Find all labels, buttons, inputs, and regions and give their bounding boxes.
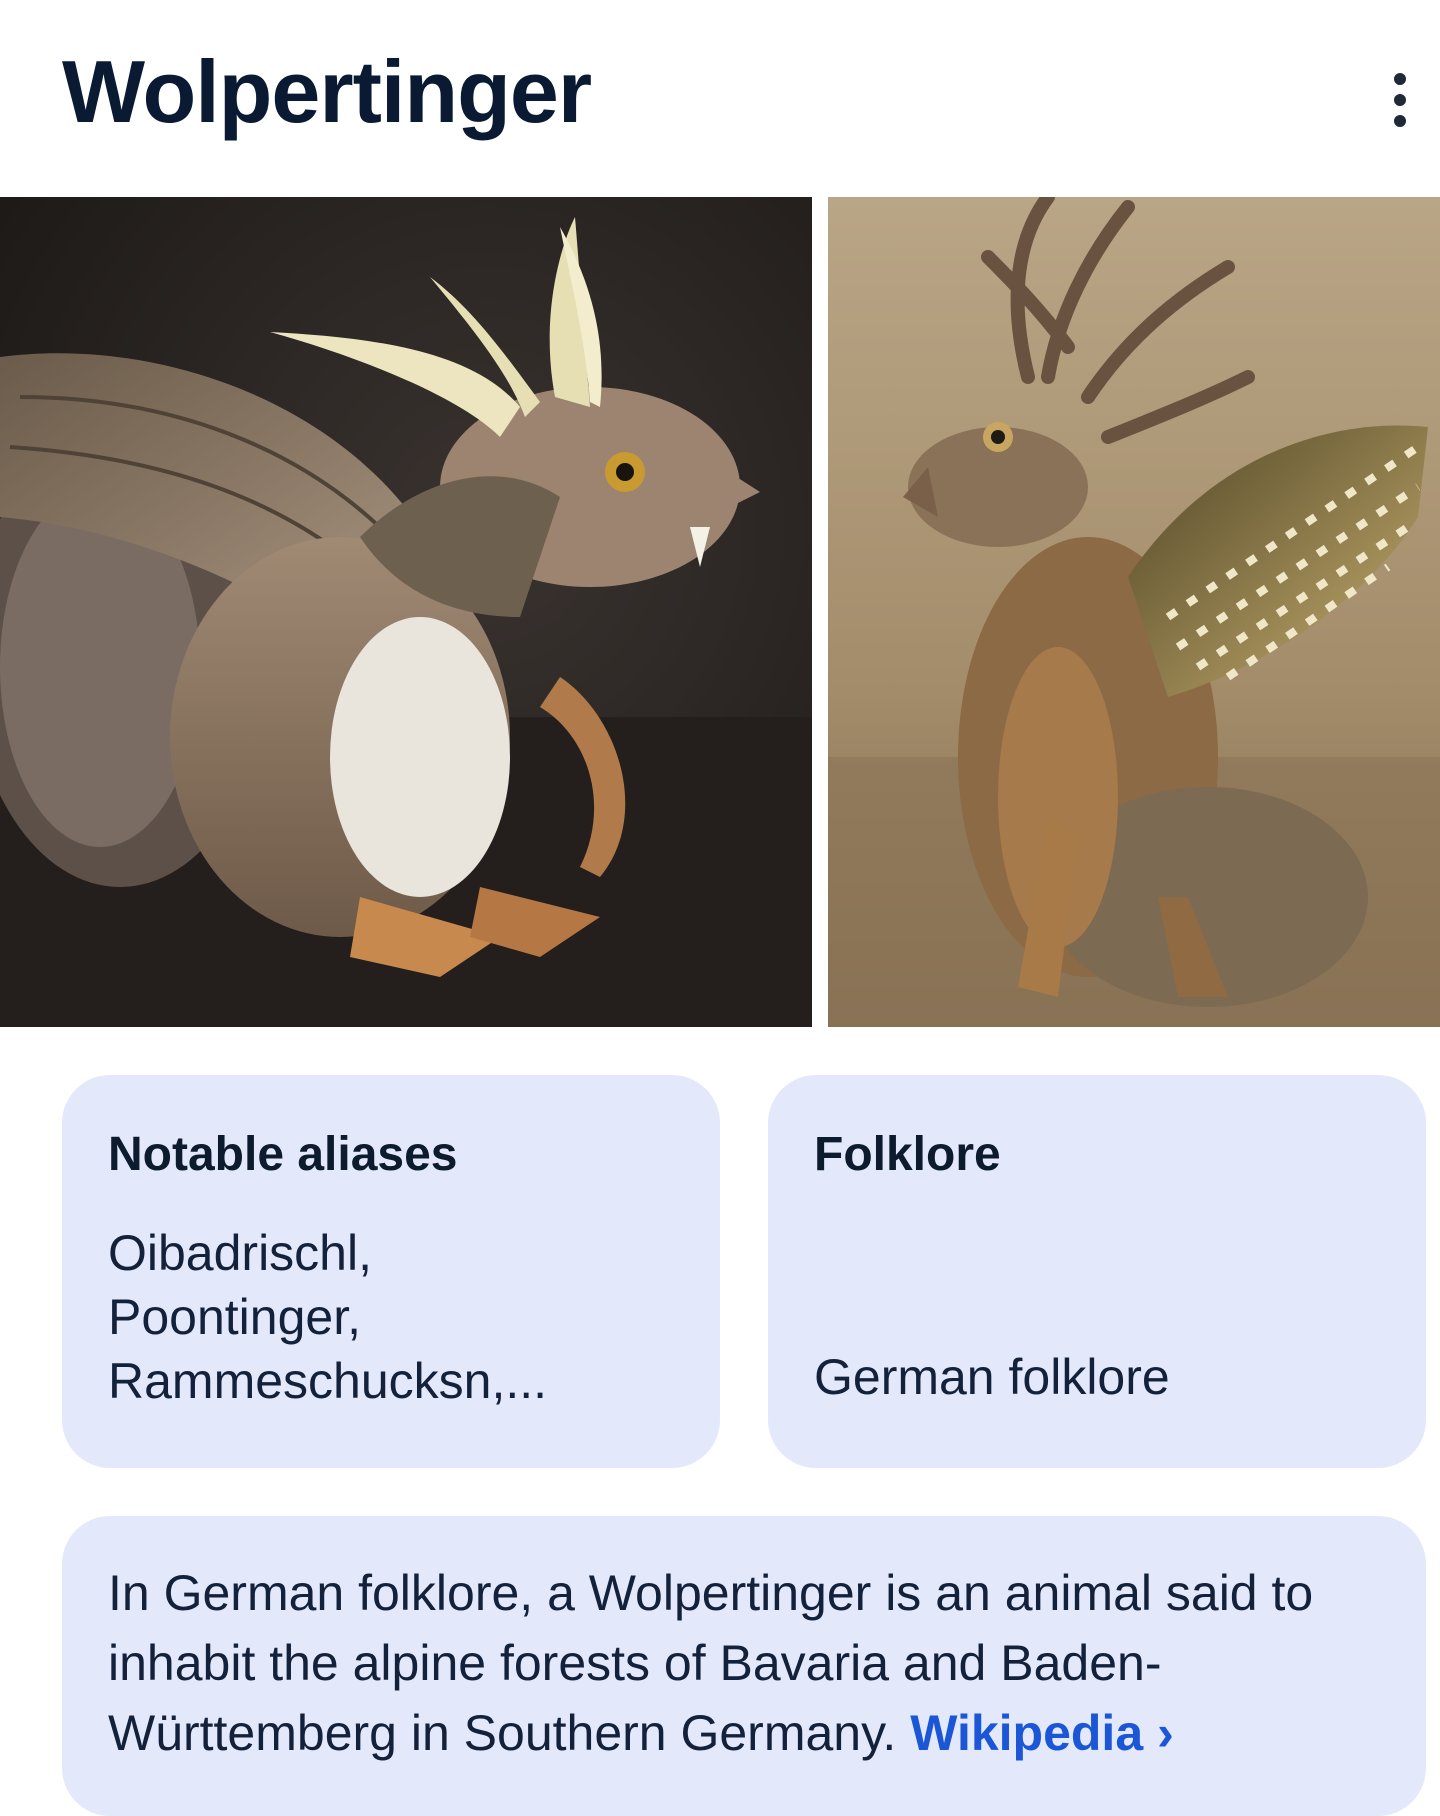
wikipedia-link-label: Wikipedia <box>910 1705 1144 1761</box>
squirrel-illustration <box>0 197 812 1027</box>
more-vert-icon-dot <box>1394 94 1406 106</box>
card-label-aliases: Notable aliases <box>108 1128 458 1181</box>
more-options-button[interactable] <box>1372 64 1428 136</box>
page-title: Wolpertinger <box>62 42 592 141</box>
alias-line: Rammeschucksn,... <box>108 1353 548 1409</box>
image-carousel <box>0 197 1440 1027</box>
chevron-right-icon: › <box>1157 1705 1174 1761</box>
alias-line: Poontinger, <box>108 1289 361 1345</box>
card-label-folklore: Folklore <box>814 1128 1001 1181</box>
hare-illustration <box>828 197 1440 1027</box>
aliases-value: Oibadrischl, Poontinger, Rammeschucksn,.… <box>108 1221 688 1413</box>
card-folklore[interactable]: Folklore German folklore <box>768 1075 1426 1468</box>
image-wolpertinger-hare[interactable] <box>828 197 1440 1027</box>
description-card: In German folklore, a Wolpertinger is an… <box>62 1516 1426 1816</box>
more-vert-icon <box>1394 73 1406 85</box>
folklore-value: German folklore <box>814 1349 1170 1405</box>
more-vert-icon-dot <box>1394 115 1406 127</box>
image-wolpertinger-squirrel[interactable] <box>0 197 812 1027</box>
description-text-block: In German folklore, a Wolpertinger is an… <box>108 1558 1388 1768</box>
wikipedia-link[interactable]: Wikipedia › <box>910 1705 1174 1761</box>
alias-line: Oibadrischl, <box>108 1225 372 1281</box>
card-notable-aliases[interactable]: Notable aliases Oibadrischl, Poontinger,… <box>62 1075 720 1468</box>
header: Wolpertinger <box>0 0 1440 197</box>
